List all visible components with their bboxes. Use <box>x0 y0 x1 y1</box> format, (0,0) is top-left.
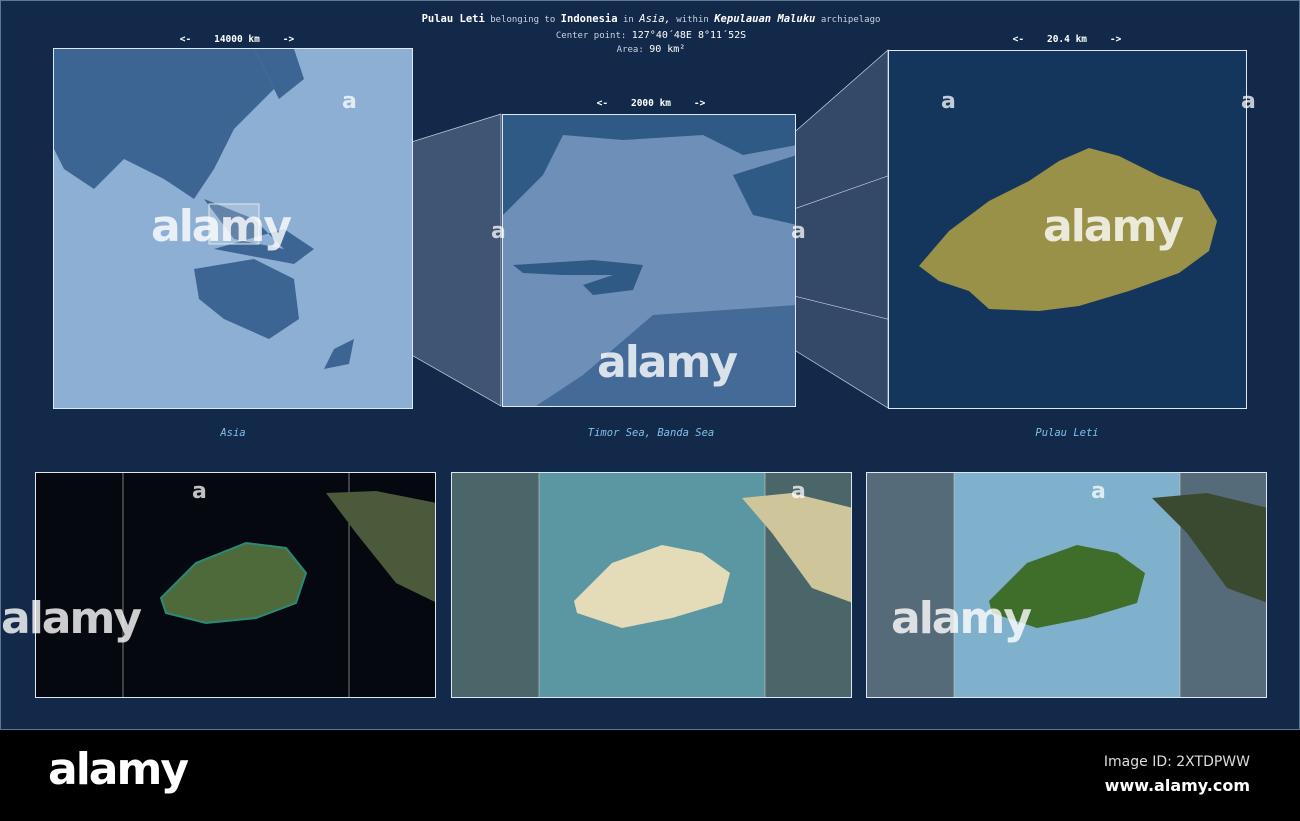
watermark: alamy <box>891 593 1032 644</box>
watermark: alamy <box>1 593 142 644</box>
watermark-a: a <box>1241 89 1256 114</box>
road-map-view <box>451 472 852 698</box>
label-asia: Asia <box>220 427 246 439</box>
scale-bar-island: <- 20.4 km -> <box>1012 34 1122 45</box>
watermark-a: a <box>342 89 357 114</box>
alamy-logo: alamy <box>48 744 189 795</box>
scale-bar-asia: <- 14000 km -> <box>179 34 295 45</box>
label-region: Timor Sea, Banda Sea <box>587 427 715 439</box>
watermark-a: a <box>491 219 506 244</box>
alamy-url[interactable]: www.alamy.com <box>1105 776 1250 795</box>
watermark-a: a <box>791 219 806 244</box>
scale-bar-region: <- 2000 km -> <box>596 98 706 109</box>
image-id: Image ID: 2XTDPWW <box>1103 754 1250 770</box>
watermark: alamy <box>1043 201 1184 252</box>
label-island: Pulau Leti <box>1035 427 1099 439</box>
watermark-a: a <box>192 479 207 504</box>
watermark-a: a <box>791 479 806 504</box>
satellite-view <box>35 472 436 698</box>
watermark-a: a <box>1091 479 1106 504</box>
terrain-view <box>866 472 1267 698</box>
map-infographic: Pulau Leti belonging to Indonesia in Asi… <box>0 0 1300 730</box>
footer-bar: alamy Image ID: 2XTDPWW www.alamy.com <box>0 730 1300 821</box>
watermark-a: a <box>941 89 956 114</box>
watermark: alamy <box>151 201 292 252</box>
watermark: alamy <box>597 337 738 388</box>
